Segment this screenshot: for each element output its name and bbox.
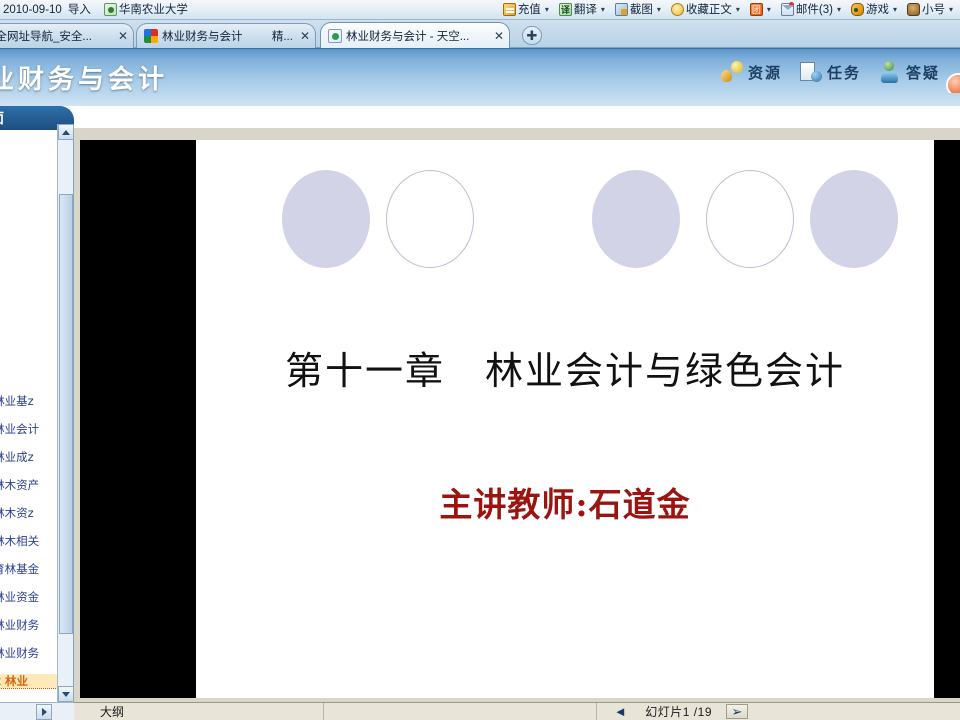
browser-window: 2010-09-10 导入 华南农业大学 充值 ▾ 译 翻译 ▾ 截图 ▾ 收藏…	[0, 0, 960, 720]
favorite-icon	[670, 3, 684, 16]
sidebar-vertical-scrollbar[interactable]	[57, 124, 74, 702]
site-banner: 业财务与会计 资源 任务 答疑	[0, 48, 960, 106]
chevron-down-icon[interactable]: ▾	[835, 5, 845, 14]
chevron-down-icon[interactable]: ▾	[655, 5, 665, 14]
tab-nav-site[interactable]: 安全网址导航_安全... ✕	[0, 23, 134, 48]
status-middle-cell	[324, 702, 598, 720]
chevron-up-icon	[62, 129, 70, 135]
toolbar-recharge-button[interactable]: 充值 ▾	[500, 0, 556, 19]
prev-slide-button[interactable]: ◄	[609, 704, 631, 719]
toolbar-import-button[interactable]: 导入	[65, 0, 94, 19]
nav-item-task[interactable]: 任务	[799, 61, 861, 83]
status-bar: 大纲 ◄ 幻灯片1 /19 ➢	[74, 702, 960, 720]
toolbar-date-label: 2010-09-10	[3, 3, 62, 16]
toolbar-screenshot-label: 截图	[629, 3, 653, 16]
resource-icon	[720, 61, 743, 83]
scroll-down-button[interactable]	[58, 686, 74, 702]
toolbar-screenshot-button[interactable]: 截图 ▾	[612, 0, 668, 19]
google-icon	[144, 29, 158, 43]
chevron-right-icon	[41, 708, 47, 716]
status-tail-cell	[760, 703, 960, 720]
chevron-down-icon[interactable]: ▾	[599, 5, 609, 14]
tab-title-suffix: 精...	[271, 31, 293, 43]
screenshot-icon	[614, 3, 628, 16]
status-view-label: 大纲	[100, 705, 125, 719]
mail-icon	[780, 2, 794, 16]
tab-title: 林业财务与会计 - 天空...	[346, 30, 470, 43]
toolbar-game-label: 游戏	[865, 3, 889, 16]
chevron-down-icon	[62, 691, 70, 697]
slide-navigation: ◄ 幻灯片1 /19 ➢	[597, 703, 760, 720]
nav-item-qa[interactable]: 答疑	[879, 61, 940, 83]
plus-icon: ✚	[526, 28, 538, 43]
close-icon[interactable]: ✕	[297, 29, 310, 43]
close-icon[interactable]: ✕	[491, 29, 504, 43]
toolbar-mail-label: 邮件(3)	[795, 3, 833, 16]
decoration-ellipse-4	[706, 170, 794, 268]
nav-item-resource[interactable]: 资源	[720, 61, 782, 83]
toolbar-favorite-button[interactable]: 收藏正文 ▾	[668, 0, 747, 19]
nav-label: 任务	[826, 64, 861, 82]
notification-icon[interactable]	[944, 71, 960, 93]
toolbar-site-bookmark[interactable]: 华南农业大学	[94, 0, 191, 19]
tab-title: 安全网址导航_安全...	[0, 31, 92, 43]
alt-account-icon	[906, 3, 920, 16]
toolbar-translate-label: 翻译	[573, 3, 597, 16]
tab-forestry-finance[interactable]: 林业财务与会计 精... ✕	[136, 23, 316, 48]
tab-bar: 安全网址导航_安全... ✕ 林业财务与会计 精... ✕ 林业财务与会计 - …	[0, 20, 960, 48]
recharge-icon	[502, 3, 516, 16]
toolbar-alt-account-label: 小号	[921, 3, 945, 16]
chevron-down-icon[interactable]: ▾	[891, 5, 901, 14]
university-icon	[103, 3, 117, 16]
chevron-down-icon[interactable]: ▾	[947, 5, 957, 14]
nav-label: 资源	[747, 64, 782, 82]
new-tab-button[interactable]: ✚	[522, 26, 542, 45]
page-icon	[328, 28, 342, 43]
chevron-left-icon: ◄	[613, 704, 627, 719]
next-slide-button[interactable]: ➢	[726, 704, 748, 719]
page-title: 业财务与会计	[0, 65, 169, 95]
banner-nav: 资源 任务 答疑	[720, 61, 940, 83]
status-view-mode[interactable]: 大纲	[74, 702, 324, 720]
toolbar-alt-account-button[interactable]: 小号 ▾	[904, 0, 960, 19]
chevron-down-icon[interactable]: ▾	[765, 5, 775, 14]
toolbar-date: 2010-09-10	[0, 0, 65, 19]
slide-counter: 幻灯片1 /19	[645, 705, 712, 719]
close-icon[interactable]: ✕	[115, 29, 128, 43]
toolbar-import-label: 导入	[67, 3, 91, 16]
toolbar-recharge-label: 充值	[517, 3, 541, 16]
chevron-right-icon: ➢	[731, 703, 743, 719]
decoration-ellipse-1	[282, 170, 370, 268]
toolbar-site-label: 华南农业大学	[118, 3, 188, 16]
chevron-down-icon[interactable]: ▾	[734, 5, 744, 14]
group-icon: 团	[749, 3, 763, 16]
game-icon	[850, 3, 864, 16]
chevron-down-icon[interactable]: ▾	[543, 5, 553, 14]
sidebar-tab-label: 面	[0, 108, 5, 128]
toolbar-group-button[interactable]: 团 ▾	[747, 0, 778, 19]
decoration-ellipse-5	[810, 170, 898, 268]
toolbar-favorite-label: 收藏正文	[685, 3, 732, 16]
scrollbar-thumb[interactable]	[59, 194, 73, 634]
slide-canvas[interactable]: 第十一章 林业会计与绿色会计 主讲教师:石道金	[196, 140, 934, 698]
slide-subtitle: 主讲教师:石道金	[439, 485, 691, 524]
qa-icon	[879, 61, 901, 83]
decoration-ellipse-2	[386, 170, 474, 268]
toolbar-game-button[interactable]: 游戏 ▾	[848, 0, 904, 19]
toolbar-mail-button[interactable]: 邮件(3) ▾	[778, 0, 848, 19]
translate-icon: 译	[558, 3, 572, 16]
scroll-right-button[interactable]	[36, 704, 52, 720]
browser-toolbar: 2010-09-10 导入 华南农业大学 充值 ▾ 译 翻译 ▾ 截图 ▾ 收藏…	[0, 0, 960, 20]
scroll-up-button[interactable]	[58, 124, 74, 140]
slide-title: 第十一章 林业会计与绿色会计	[284, 349, 845, 393]
tab-forestry-finance-tiankong[interactable]: 林业财务与会计 - 天空... ✕	[320, 22, 510, 48]
sidebar-horizontal-scrollbar[interactable]	[0, 702, 74, 720]
tab-title: 林业财务与会计	[162, 31, 243, 43]
nav-label: 答疑	[905, 64, 940, 82]
task-icon	[799, 61, 822, 83]
toolbar-translate-button[interactable]: 译 翻译 ▾	[556, 0, 612, 19]
decoration-ellipse-3	[592, 170, 680, 268]
